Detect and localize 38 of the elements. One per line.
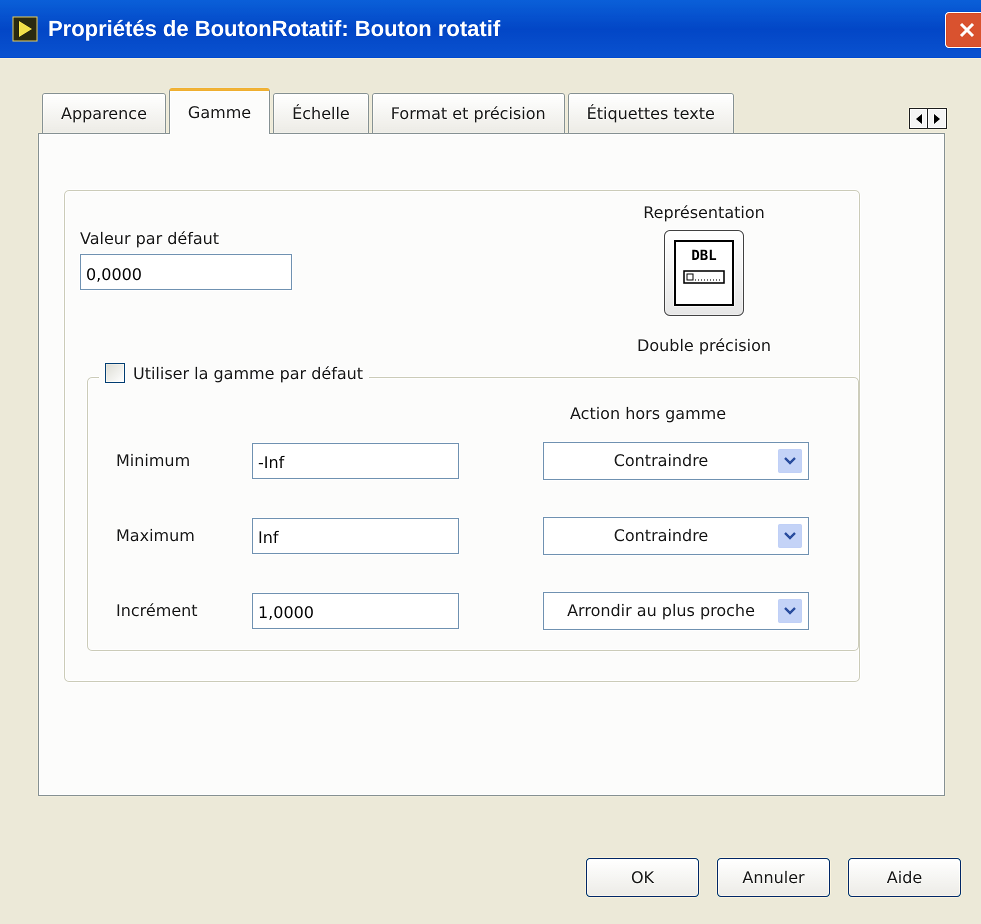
left-arrow-icon	[914, 114, 922, 124]
column-heading: Action hors gamme	[570, 404, 728, 423]
input-field[interactable]: Inf	[252, 518, 459, 554]
chevron-down-icon	[784, 456, 796, 464]
scroll-right-button[interactable]	[928, 109, 946, 128]
tab[interactable]: Format et précision	[372, 93, 565, 134]
chevron-down-icon	[784, 532, 796, 540]
window-title: Propriétés de BoutonRotatif: Bouton rotatif	[48, 16, 500, 42]
chevron-down-icon	[784, 606, 796, 614]
input-field[interactable]: 1,0000	[252, 592, 459, 628]
tab[interactable]: Échelle	[273, 93, 369, 134]
checkbox[interactable]	[105, 363, 125, 383]
dropdown[interactable]: Arrondir au plus proche	[543, 592, 809, 630]
tab[interactable]: Étiquettes texte	[568, 93, 734, 134]
input-field[interactable]: 0,0000	[80, 254, 292, 290]
right-arrow-icon	[933, 114, 941, 124]
close-button[interactable]	[945, 12, 981, 48]
dialog-button[interactable]: OK	[586, 858, 699, 897]
dropdown[interactable]: Contraindre	[543, 442, 809, 480]
checkbox-label: Utiliser la gamme par défaut	[133, 364, 364, 382]
tab[interactable]: Apparence	[42, 93, 166, 134]
input-field[interactable]: -Inf	[252, 442, 459, 478]
dropdown[interactable]: Contraindre	[543, 516, 809, 554]
representation-caption: Double précision	[637, 336, 771, 355]
representation-label: Représentation	[643, 203, 765, 222]
tab[interactable]: Gamme	[168, 88, 270, 134]
dialog-button[interactable]: Annuler	[717, 858, 830, 897]
numeric-control-icon	[683, 270, 726, 284]
dialog-button[interactable]: Aide	[848, 858, 961, 897]
field-label: Valeur par défaut	[80, 229, 220, 248]
type-label: DBL	[691, 248, 717, 264]
close-icon	[959, 22, 975, 38]
representation-button[interactable]: DBL	[664, 230, 744, 316]
app-icon	[12, 16, 38, 42]
field-label: Maximum	[115, 526, 196, 545]
scroll-left-button[interactable]	[910, 109, 928, 128]
field-label: Incrément	[115, 601, 199, 620]
field-label: Minimum	[115, 451, 192, 470]
